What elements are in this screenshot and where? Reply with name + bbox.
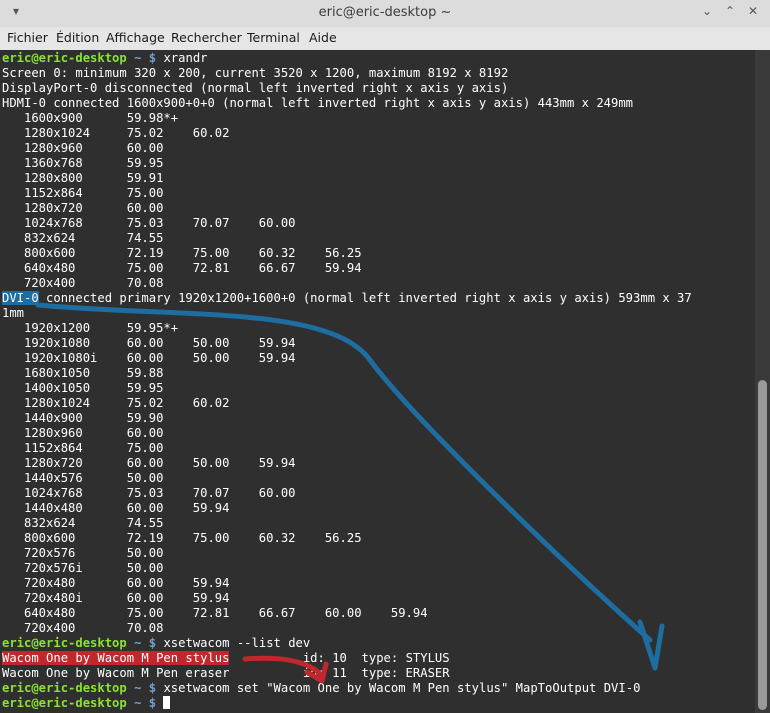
terminal-line: 720x576 50.00 <box>2 546 164 560</box>
terminal-line: 640x480 75.00 72.81 66.67 59.94 <box>2 261 362 275</box>
prompt-user: eric@eric-desktop <box>2 51 127 65</box>
terminal-line: eric@eric-desktop ~ $ <box>2 696 171 711</box>
terminal-line: Wacom One by Wacom M Pen stylus id: 10 t… <box>2 651 450 666</box>
menu-aide[interactable]: Aide <box>309 30 337 45</box>
terminal-line: 1280x1024 75.02 60.02 <box>2 396 230 410</box>
terminal-line: 720x480 60.00 59.94 <box>2 576 230 590</box>
terminal-line: 832x624 74.55 <box>2 231 164 245</box>
terminal-line: Wacom One by Wacom M Pen eraser id: 11 t… <box>2 666 450 680</box>
prompt-path: ~ <box>134 681 142 695</box>
prompt-path: ~ <box>134 636 142 650</box>
terminal-line: 720x576i 50.00 <box>2 561 164 575</box>
terminal-line: 1280x960 60.00 <box>2 426 164 440</box>
terminal-line: 1mm <box>2 306 25 320</box>
terminal-line: eric@eric-desktop ~ $ xsetwacom --list d… <box>2 636 310 651</box>
prompt-symbol: $ <box>148 681 157 695</box>
menu-edition[interactable]: Édition <box>56 30 99 45</box>
terminal-line: 800x600 72.19 75.00 60.32 56.25 <box>2 246 362 260</box>
close-icon[interactable]: ✕ <box>745 4 761 18</box>
title-bar: ▾ eric@eric-desktop ~ ⌄ ⌃ ✕ <box>0 0 770 28</box>
terminal-line: 720x400 70.08 <box>2 621 164 635</box>
terminal-line: 832x624 74.55 <box>2 516 164 530</box>
prompt-symbol: $ <box>148 636 157 650</box>
terminal-line: 1360x768 59.95 <box>2 156 164 170</box>
terminal-line: 1152x864 75.00 <box>2 186 164 200</box>
terminal-line: 1280x960 60.00 <box>2 141 164 155</box>
terminal-line: 720x400 70.08 <box>2 276 164 290</box>
menu-affichage[interactable]: Affichage <box>106 30 165 45</box>
terminal-line: 720x480i 60.00 59.94 <box>2 591 230 605</box>
line-text: id: 10 type: STYLUS <box>229 651 450 665</box>
minimize-icon[interactable]: ⌄ <box>699 4 715 18</box>
terminal-line: 1024x768 75.03 70.07 60.00 <box>2 216 296 230</box>
prompt-path: ~ <box>134 696 142 710</box>
prompt-user: eric@eric-desktop <box>2 696 127 710</box>
terminal-line: 1920x1080i 60.00 50.00 59.94 <box>2 351 296 365</box>
terminal-line: 1920x1080 60.00 50.00 59.94 <box>2 336 296 350</box>
terminal-line: 1280x800 59.91 <box>2 171 164 185</box>
scrollbar[interactable] <box>755 50 770 713</box>
menu-rechercher[interactable]: Rechercher <box>171 30 242 45</box>
terminal-line: 1440x900 59.90 <box>2 411 164 425</box>
window-title: eric@eric-desktop ~ <box>318 5 452 20</box>
command-text: xrandr <box>163 51 208 65</box>
terminal-line: 1280x1024 75.02 60.02 <box>2 126 230 140</box>
terminal-line: 640x480 75.00 72.81 66.67 60.00 59.94 <box>2 606 428 620</box>
terminal-line: HDMI-0 connected 1600x900+0+0 (normal le… <box>2 96 634 110</box>
terminal-line: DVI-0 connected primary 1920x1200+1600+0… <box>2 291 692 306</box>
terminal-line: 800x600 72.19 75.00 60.32 56.25 <box>2 531 362 545</box>
prompt-user: eric@eric-desktop <box>2 636 127 650</box>
command-text: xsetwacom --list dev <box>163 636 311 650</box>
terminal-line: eric@eric-desktop ~ $ xsetwacom set "Wac… <box>2 681 640 696</box>
text-cursor <box>163 696 171 709</box>
prompt-user: eric@eric-desktop <box>2 681 127 695</box>
terminal-line: 1024x768 75.03 70.07 60.00 <box>2 486 296 500</box>
prompt-path: ~ <box>134 51 142 65</box>
terminal-line: 1920x1200 59.95*+ <box>2 321 179 335</box>
scrollbar-thumb[interactable] <box>758 380 767 710</box>
terminal-line: 1280x720 60.00 <box>2 201 164 215</box>
terminal-line: Screen 0: minimum 320 x 200, current 352… <box>2 66 509 80</box>
terminal-line: 1280x720 60.00 50.00 59.94 <box>2 456 296 470</box>
highlighted-text: Wacom One by Wacom M Pen stylus <box>2 651 230 665</box>
terminal-line: 1440x576 50.00 <box>2 471 164 485</box>
terminal-line: 1680x1050 59.88 <box>2 366 164 380</box>
terminal-output[interactable]: eric@eric-desktop ~ $ xrandr Screen 0: mi… <box>0 50 755 713</box>
menu-bar: Fichier Édition Affichage Rechercher Ter… <box>0 27 770 51</box>
terminal-line: 1440x480 60.00 59.94 <box>2 501 230 515</box>
prompt-symbol: $ <box>148 51 157 65</box>
prompt-symbol: $ <box>148 696 157 710</box>
terminal-line: 1152x864 75.00 <box>2 441 164 455</box>
menu-terminal[interactable]: Terminal <box>247 30 300 45</box>
terminal-line: 1600x900 59.98*+ <box>2 111 179 125</box>
line-text: connected primary 1920x1200+1600+0 (norm… <box>38 291 692 305</box>
terminal-line: DisplayPort-0 disconnected (normal left … <box>2 81 509 95</box>
terminal-line: 1400x1050 59.95 <box>2 381 164 395</box>
command-text: xsetwacom set "Wacom One by Wacom M Pen … <box>163 681 641 695</box>
highlighted-text: DVI-0 <box>2 291 39 305</box>
terminal-line: eric@eric-desktop ~ $ xrandr <box>2 51 208 66</box>
maximize-icon[interactable]: ⌃ <box>722 4 738 18</box>
menu-fichier[interactable]: Fichier <box>7 30 48 45</box>
